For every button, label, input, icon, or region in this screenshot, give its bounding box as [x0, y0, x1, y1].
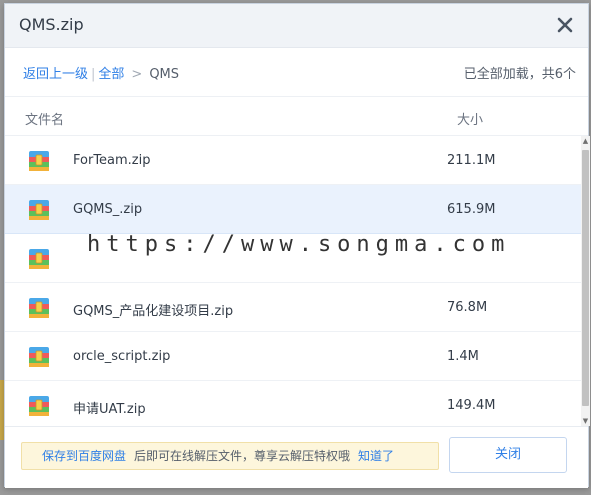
file-row[interactable]	[5, 234, 581, 283]
close-icon[interactable]	[554, 14, 576, 36]
file-size: 76.8M	[447, 300, 488, 315]
breadcrumb-current: QMS	[149, 67, 180, 82]
breadcrumb: 返回上一级 | 全部 > QMS	[23, 63, 179, 82]
dialog-title: QMS.zip	[19, 15, 84, 34]
file-row[interactable]: ForTeam.zip 211.1M	[5, 136, 581, 185]
zip-archive-icon	[29, 200, 49, 220]
file-name: GQMS_产品化建设项目.zip	[73, 304, 234, 319]
breadcrumb-arrow: >	[131, 67, 143, 82]
file-name: GQMS_.zip	[73, 202, 143, 217]
scrollbar-thumb[interactable]	[582, 150, 589, 406]
dialog-titlebar: QMS.zip	[5, 4, 588, 48]
breadcrumb-separator: |	[91, 67, 96, 82]
promo-banner: 保存到百度网盘 后即可在线解压文件，尊享云解压特权哦 知道了	[21, 442, 439, 470]
file-name: 申请UAT.zip	[73, 402, 146, 417]
promo-text: 后即可在线解压文件，尊享云解压特权哦	[134, 449, 351, 463]
file-row[interactable]: orcle_script.zip 1.4M	[5, 332, 581, 381]
file-row[interactable]: GQMS_产品化建设项目.zip 76.8M	[5, 283, 581, 332]
vertical-scrollbar[interactable]: ▲ ▼	[581, 136, 590, 426]
zip-archive-icon	[29, 298, 49, 318]
file-name: ForTeam.zip	[73, 153, 151, 168]
save-to-netdisk-link[interactable]: 保存到百度网盘	[42, 449, 126, 463]
file-name: orcle_script.zip	[73, 349, 171, 364]
back-to-parent-link[interactable]: 返回上一级	[23, 67, 88, 82]
close-button[interactable]: 关闭	[449, 437, 567, 473]
dismiss-promo-link[interactable]: 知道了	[358, 449, 394, 463]
column-header-size[interactable]: 大小	[457, 109, 483, 128]
file-size: 211.1M	[447, 153, 496, 168]
file-size: 615.9M	[447, 202, 496, 217]
breadcrumb-all-link[interactable]: 全部	[98, 67, 124, 82]
column-header: 文件名 大小	[5, 98, 588, 136]
file-row[interactable]: 申请UAT.zip 149.4M	[5, 381, 581, 426]
load-status-text: 已全部加载，共6个	[463, 67, 576, 82]
column-header-name[interactable]: 文件名	[25, 109, 64, 128]
zip-archive-icon	[29, 249, 49, 269]
file-row-selected[interactable]: GQMS_.zip 615.9M	[5, 185, 581, 234]
zip-preview-dialog: QMS.zip 返回上一级 | 全部 > QMS 已全部加载，共6个 文件名 大小 Fo…	[4, 3, 590, 488]
scroll-down-arrow-icon[interactable]: ▼	[581, 416, 590, 426]
zip-archive-icon	[29, 347, 49, 367]
scroll-up-arrow-icon[interactable]: ▲	[581, 136, 590, 146]
zip-archive-icon	[29, 151, 49, 171]
file-list: ForTeam.zip 211.1M GQMS_.zip 615.9M GQMS…	[5, 136, 581, 426]
file-size: 1.4M	[447, 349, 479, 364]
zip-archive-icon	[29, 396, 49, 416]
dialog-footer: 保存到百度网盘 后即可在线解压文件，尊享云解压特权哦 知道了 关闭	[5, 426, 588, 488]
file-size: 149.4M	[447, 398, 496, 413]
breadcrumb-bar: 返回上一级 | 全部 > QMS 已全部加载，共6个	[5, 49, 588, 97]
